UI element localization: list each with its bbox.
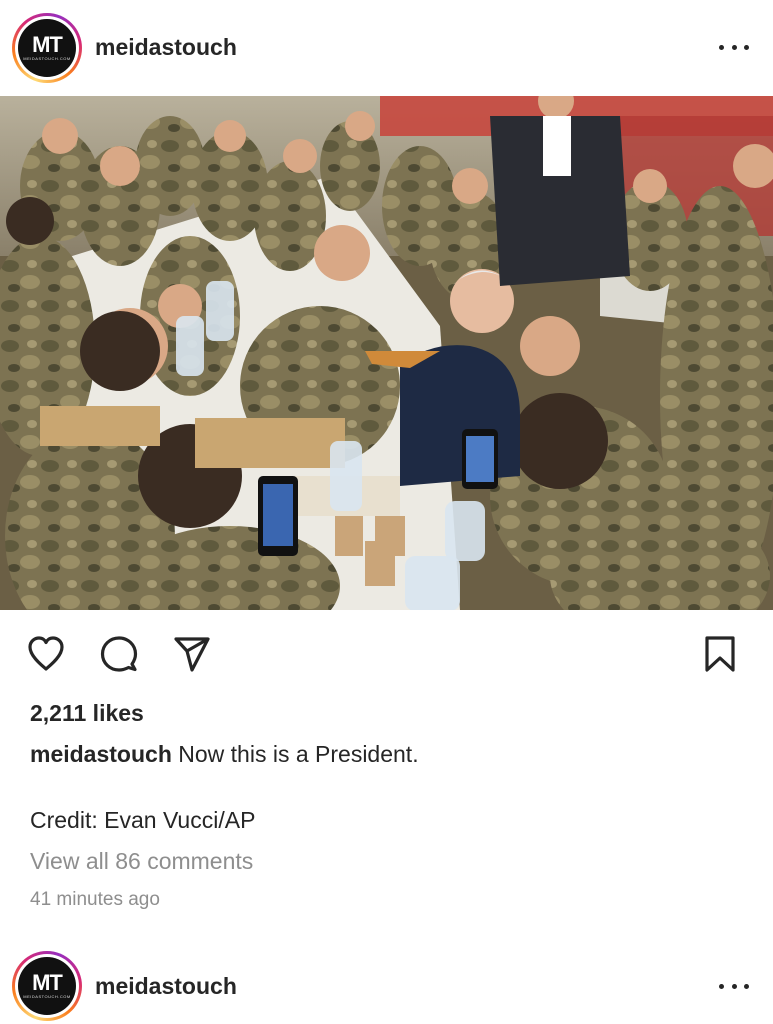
username[interactable]: meidastouch (95, 973, 237, 1000)
post-actions (0, 628, 773, 680)
dot-icon (731, 983, 737, 989)
dot-icon (744, 983, 749, 989)
photo-illustration (0, 96, 773, 610)
view-comments-link[interactable]: View all 86 comments (30, 848, 253, 875)
more-options-button[interactable] (719, 981, 749, 991)
comment-icon[interactable] (99, 634, 139, 674)
caption-text: Now this is a President. (178, 741, 419, 767)
caption-username[interactable]: meidastouch (30, 741, 172, 767)
avatar-logo: MT MEIDASTOUCH.COM (18, 18, 76, 77)
caption-credit: Credit: Evan Vucci/AP (30, 807, 256, 833)
avatar[interactable]: MT MEIDASTOUCH.COM (12, 12, 82, 83)
caption: meidastouch Now this is a President. (30, 741, 419, 768)
post-photo[interactable] (0, 96, 773, 610)
avatar-logo: MT MEIDASTOUCH.COM (18, 957, 76, 1015)
dot-icon (719, 45, 724, 50)
avatar-logo-subtext: MEIDASTOUCH.COM (23, 55, 71, 61)
paper-plane-icon[interactable] (172, 634, 212, 674)
avatar-logo-subtext: MEIDASTOUCH.COM (23, 994, 71, 999)
dot-icon (744, 45, 749, 50)
bookmark-icon[interactable] (700, 634, 740, 674)
avatar-logo-text: MT (32, 31, 63, 57)
post-timestamp: 41 minutes ago (30, 889, 160, 910)
avatar[interactable]: MT MEIDASTOUCH.COM (12, 951, 82, 1021)
dot-icon (719, 983, 724, 989)
more-options-button[interactable] (719, 43, 749, 53)
heart-icon[interactable] (26, 634, 66, 674)
dot-icon (731, 45, 737, 50)
username[interactable]: meidastouch (95, 34, 237, 61)
avatar-logo-text: MT (32, 970, 63, 995)
likes-count[interactable]: 2,211 likes (30, 700, 144, 727)
next-post-header: MT MEIDASTOUCH.COM meidastouch (0, 948, 773, 1024)
post-header: MT MEIDASTOUCH.COM meidastouch (0, 0, 773, 95)
